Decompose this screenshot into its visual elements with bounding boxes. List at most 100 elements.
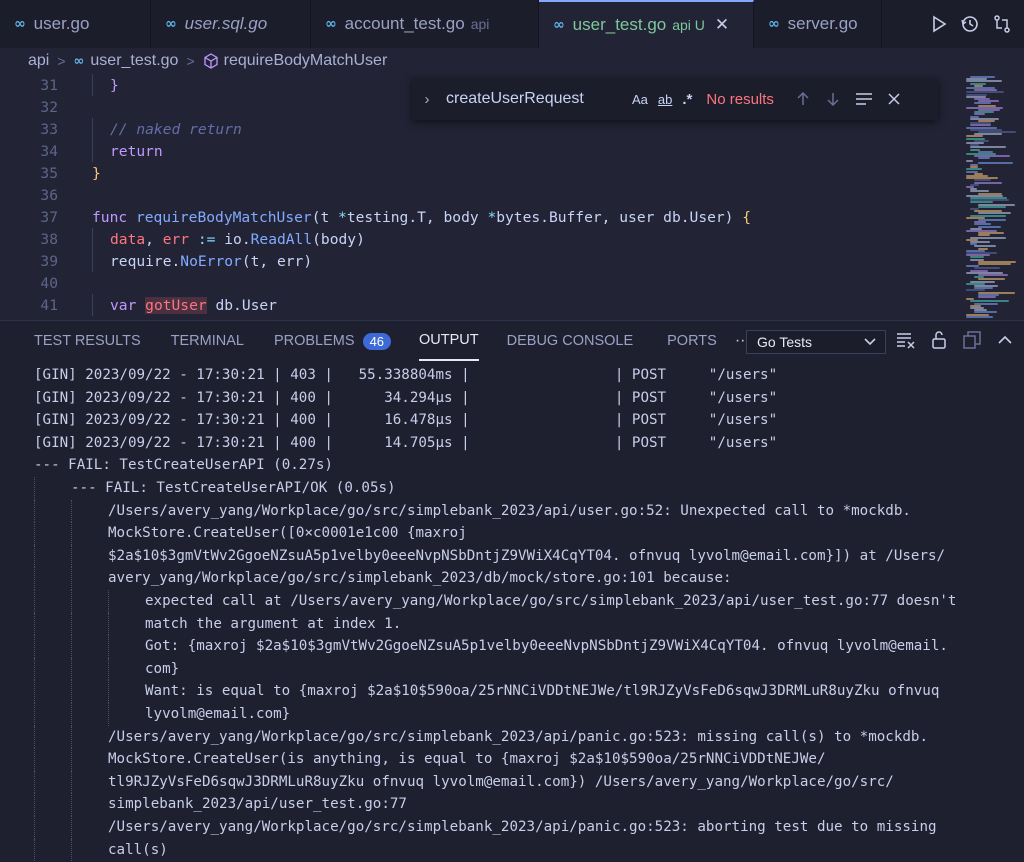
indent-guide	[71, 748, 72, 771]
chevron-up-icon[interactable]	[996, 331, 1014, 349]
minimap-line	[978, 296, 996, 298]
breadcrumb-symbol[interactable]: requireBodyMatchUser	[224, 52, 388, 70]
tab-server-go[interactable]: ∞ server.go	[754, 0, 882, 48]
breadcrumb-folder[interactable]: api	[28, 52, 49, 70]
tab-user-go[interactable]: ∞ user.go	[0, 0, 151, 48]
minimap[interactable]	[962, 74, 1022, 320]
tab-test-results[interactable]: TEST RESULTS	[34, 321, 141, 361]
indent-guide	[34, 770, 35, 794]
tab-label: user.sql.go	[184, 14, 268, 33]
clear-output-icon[interactable]	[896, 331, 916, 349]
output-line: MockStore.CreateUser([0×c0001e1c00 {maxr…	[108, 525, 467, 542]
list-icon[interactable]	[855, 91, 873, 107]
code-line: 37 func requireBodyMatchUser(t *testing.…	[0, 206, 960, 228]
close-icon[interactable]: ✕	[715, 15, 729, 35]
tab-label: PROBLEMS	[273, 333, 355, 349]
code-editor[interactable]: 31 } 32 33 // naked return 34 return 35 …	[0, 74, 1024, 320]
tab-label: user.go	[33, 14, 90, 33]
line-number: 34	[40, 142, 58, 160]
go-file-icon: ∞	[768, 16, 780, 32]
output-line: lyvolm@email.com}	[145, 706, 291, 722]
output-line: /Users/avery_yang/Workplace/go/src/simpl…	[108, 728, 928, 745]
chevron-down-icon	[864, 338, 876, 346]
output-line: [GIN] 2023/09/22 - 17:30:21 | 400 | 16.4…	[34, 412, 778, 429]
chevron-right-icon[interactable]: ›	[412, 91, 442, 108]
breadcrumb-file[interactable]: user_test.go	[90, 52, 178, 70]
minimap-line	[978, 157, 990, 160]
tab-terminal[interactable]: TERMINAL	[171, 321, 244, 361]
editor-tab-bar: ∞ user.go ∞ user.sql.go ∞ account_test.g…	[0, 0, 1024, 48]
output-line: --- FAIL: TestCreateUserAPI (0.27s)	[34, 457, 333, 474]
code-text: var gotUser db.User	[110, 296, 277, 314]
find-input[interactable]: createUserRequest	[442, 90, 632, 108]
indent-guide	[34, 635, 35, 658]
tab-output[interactable]: OUTPUT	[419, 321, 479, 361]
output-line: /Users/avery_yang/Workplace/go/src/simpl…	[108, 502, 911, 519]
code-text: // naked return	[110, 120, 242, 138]
tab-ports[interactable]: PORTS	[667, 321, 717, 361]
output-line: /Users/avery_yang/Workplace/go/src/simpl…	[108, 819, 937, 835]
output-line: tl9RJZyVsFeD6sqwJ3DRMLuR8uyZku ofnvuq ly…	[108, 773, 894, 790]
indent-guide	[34, 567, 35, 590]
bottom-panel: TEST RESULTS TERMINAL PROBLEMS 46 OUTPUT…	[0, 320, 1024, 862]
indent-guide	[71, 635, 72, 658]
output-log[interactable]: [GIN] 2023/09/22 - 17:30:21 | 403 | 55.3…	[0, 365, 1024, 862]
whole-word-toggle[interactable]: ab	[658, 92, 672, 107]
indent-guide	[71, 725, 72, 749]
tab-account-test-go[interactable]: ∞ account_test.go api	[311, 0, 539, 48]
code-line: 39 require.NoError(t, err)	[0, 250, 960, 272]
output-line: match the argument at index 1.	[145, 615, 402, 632]
output-line: simplebank_2023/api/user_test.go:77	[108, 796, 407, 813]
indent-guide	[108, 612, 109, 636]
copy-icon[interactable]	[962, 330, 982, 350]
tab-label: user_test.go	[572, 15, 667, 34]
indent-guide	[34, 816, 35, 839]
tab-problems[interactable]: PROBLEMS 46	[273, 321, 392, 361]
tab-user-test-go[interactable]: ∞ user_test.go api U ✕	[539, 0, 754, 48]
output-line: Want: is equal to {maxroj $2a$10$590oa/2…	[145, 683, 940, 700]
go-file-icon: ∞	[14, 16, 26, 32]
output-line: [GIN] 2023/09/22 - 17:30:21 | 400 | 34.2…	[34, 389, 778, 406]
tab-user-sql-go[interactable]: ∞ user.sql.go	[151, 0, 311, 48]
indent-guide	[71, 680, 72, 703]
play-icon[interactable]	[930, 15, 948, 33]
output-line: call(s)	[108, 841, 168, 858]
breadcrumb: api > ∞ user_test.go > requireBodyMatchU…	[0, 48, 1024, 74]
match-case-toggle[interactable]: Aa	[632, 92, 648, 107]
indent-guide	[34, 544, 35, 568]
close-icon[interactable]	[887, 92, 901, 106]
indent-guide	[34, 748, 35, 771]
chevron-right-icon: >	[57, 53, 66, 69]
indent-guide	[71, 793, 72, 816]
minimap-line	[978, 263, 1012, 265]
compare-changes-icon[interactable]	[992, 14, 1012, 34]
code-text: }	[92, 164, 101, 182]
line-number: 35	[40, 164, 58, 182]
regex-toggle[interactable]: .*	[682, 91, 692, 108]
history-icon[interactable]	[960, 14, 980, 34]
tab-debug-console[interactable]: DEBUG CONSOLE	[507, 321, 634, 361]
line-number: 33	[40, 120, 58, 138]
indent-guide	[34, 477, 35, 500]
indent-guide	[34, 590, 35, 613]
indent-guide	[34, 612, 35, 636]
indent-guide	[34, 703, 35, 726]
line-number: 41	[40, 296, 58, 314]
indent-guide	[71, 499, 72, 523]
go-file-icon: ∞	[553, 17, 565, 33]
output-channel-select[interactable]: Go Tests	[746, 330, 886, 354]
minimap-line	[978, 161, 1013, 164]
output-line: expected call at /Users/avery_yang/Workp…	[145, 593, 957, 609]
indent-guide	[71, 567, 72, 590]
indent-guide	[34, 725, 35, 749]
arrow-down-icon[interactable]	[825, 91, 841, 107]
lock-icon[interactable]	[930, 330, 948, 350]
arrow-up-icon[interactable]	[795, 91, 811, 107]
cube-icon	[203, 53, 218, 69]
go-file-icon: ∞	[325, 16, 337, 32]
code-text: }	[110, 76, 119, 94]
indent-guide	[34, 499, 35, 523]
output-line: MockStore.CreateUser(is anything, is equ…	[108, 751, 826, 768]
find-widget: › createUserRequest Aa ab .* No results	[412, 78, 938, 120]
go-file-icon: ∞	[165, 16, 177, 32]
